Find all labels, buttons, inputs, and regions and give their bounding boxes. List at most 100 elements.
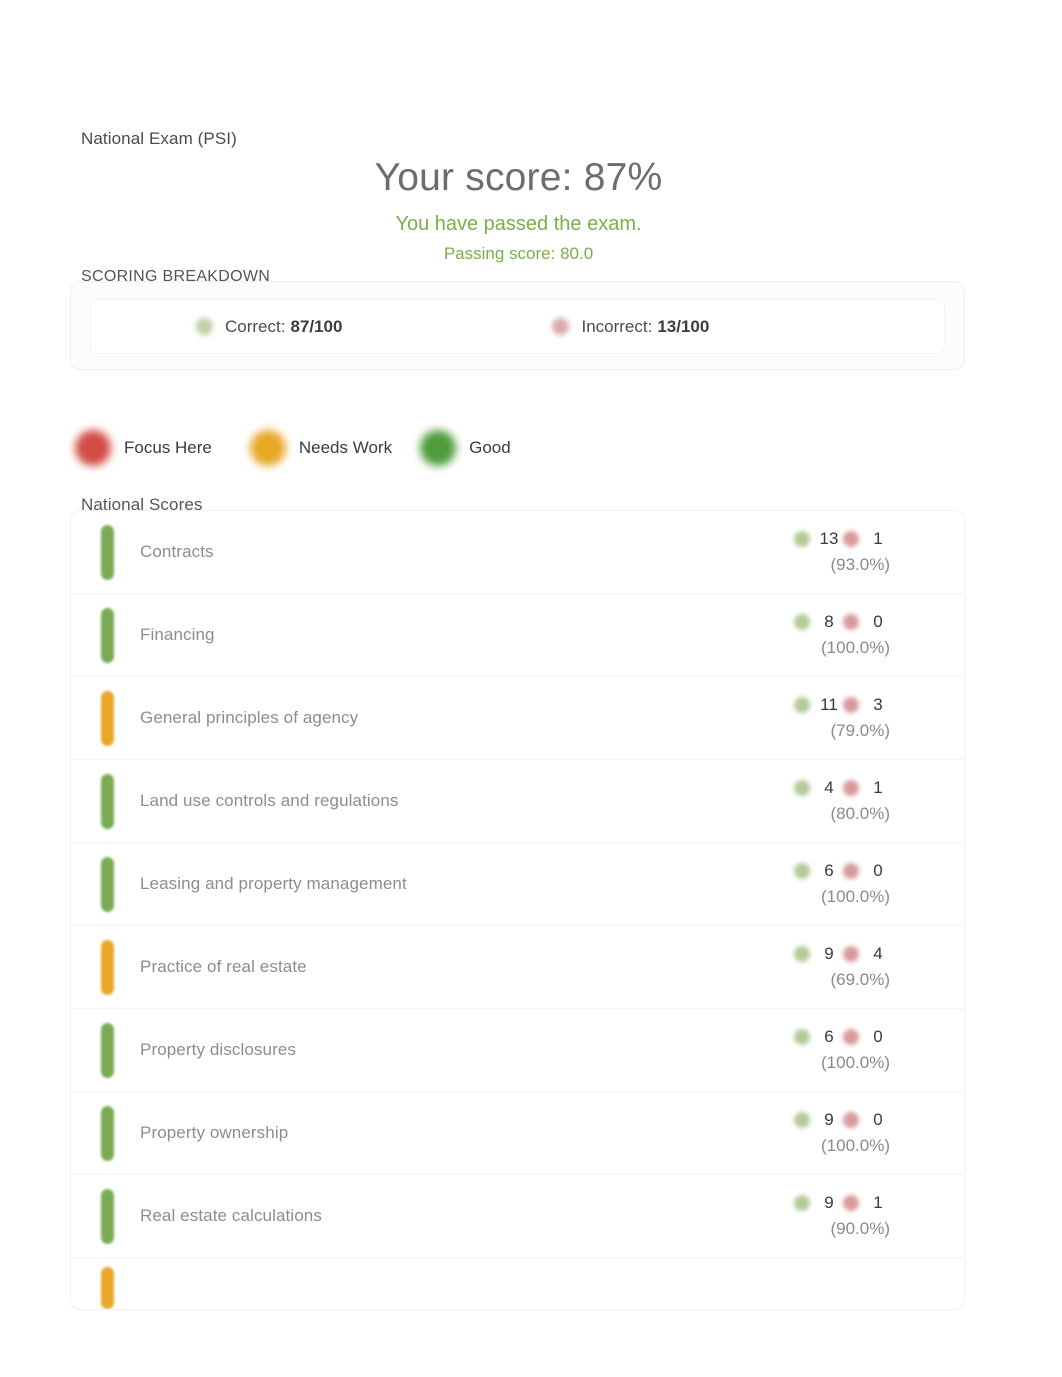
score-rows-container: Contracts 13 1 (93.0%) Financing 8 0 (100.0%) Ge…	[71, 511, 964, 1309]
red-circle-icon	[843, 946, 859, 962]
table-row[interactable]: Property ownership 9 0 (100.0%)	[71, 1092, 964, 1175]
row-stats: 13 1 (93.0%)	[692, 529, 892, 575]
table-row[interactable]: Land use controls and regulations 4 1 (80.0…	[71, 760, 964, 843]
row-stats: 6 0 (100.0%)	[692, 1027, 892, 1073]
table-row[interactable]: Practice of real estate 9 4 (69.0%)	[71, 926, 964, 1009]
incorrect-count: 1	[873, 529, 883, 548]
status-indicator-good	[101, 607, 114, 663]
red-circle-icon	[843, 1195, 859, 1211]
incorrect-count: 0	[873, 1027, 883, 1046]
row-counts: 90	[692, 1110, 892, 1130]
topic-name: Practice of real estate	[140, 957, 307, 976]
correct-count: 9	[824, 1110, 834, 1129]
score-report-page: National Exam (PSI) Your score: 87% You …	[0, 0, 1062, 1377]
legend-item-good: Good	[420, 430, 511, 466]
status-indicator-good	[101, 1188, 114, 1244]
table-row[interactable]: Property disclosures 6 0 (100.0%)	[71, 1009, 964, 1092]
incorrect-stat: Incorrect: 13/100	[552, 317, 709, 337]
incorrect-count: 4	[873, 944, 883, 963]
incorrect-count: 0	[873, 612, 883, 631]
legend-label-good: Good	[469, 438, 511, 457]
green-circle-icon	[794, 1029, 810, 1045]
correct-count: 11	[820, 695, 838, 714]
correct-count: 9	[824, 944, 834, 963]
percent-score: (100.0%)	[821, 638, 890, 657]
incorrect-value: 13/100	[657, 316, 710, 336]
table-row[interactable]: Contracts 13 1 (93.0%)	[71, 511, 964, 594]
red-circle-icon	[843, 780, 859, 796]
red-circle-icon	[843, 1112, 859, 1128]
focus-here-dot-icon	[75, 430, 111, 466]
green-circle-icon	[794, 1112, 810, 1128]
table-row[interactable]: Financing 8 0 (100.0%)	[71, 594, 964, 677]
incorrect-count: 1	[873, 778, 883, 797]
percent-score: (80.0%)	[830, 804, 890, 823]
red-circle-icon	[552, 318, 570, 335]
score-summary: Your score: 87% You have passed the exam…	[81, 155, 956, 267]
topic-name: Financing	[140, 625, 215, 644]
correct-count: 8	[824, 612, 834, 631]
correct-stat: Correct: 87/100	[196, 317, 342, 337]
row-stats: 4 1 (80.0%)	[692, 778, 892, 824]
green-circle-icon	[794, 531, 810, 547]
green-circle-icon	[794, 863, 810, 879]
row-stats: 9 1 (90.0%)	[692, 1193, 892, 1239]
row-stats: 8 0 (100.0%)	[692, 612, 892, 658]
scoring-breakdown-inner: Correct: 87/100 Incorrect: 13/100	[90, 299, 945, 354]
row-counts: 60	[692, 1027, 892, 1047]
status-indicator-good	[101, 1105, 114, 1161]
legend-item-focus-here: Focus Here	[75, 430, 212, 466]
row-stats: 6 0 (100.0%)	[692, 861, 892, 907]
scoring-breakdown-card: Correct: 87/100 Incorrect: 13/100	[70, 281, 965, 370]
legend-label-needs-work: Needs Work	[298, 438, 393, 457]
correct-count: 13	[819, 529, 839, 548]
correct-count: 9	[824, 1193, 834, 1212]
row-counts: 91	[692, 1193, 892, 1213]
green-circle-icon	[794, 697, 810, 713]
incorrect-count: 3	[873, 695, 883, 714]
correct-count: 6	[824, 1027, 834, 1046]
green-circle-icon	[794, 1195, 810, 1211]
red-circle-icon	[843, 614, 859, 630]
table-row[interactable]: Leasing and property management 6 0 (100.0%…	[71, 843, 964, 926]
row-stats: 9 4 (69.0%)	[692, 944, 892, 990]
percent-score: (100.0%)	[821, 1136, 890, 1155]
table-row[interactable]: Real estate calculations 9 1 (90.0%)	[71, 1175, 964, 1258]
incorrect-count: 0	[873, 1110, 883, 1129]
exam-name: National Exam (PSI)	[81, 129, 237, 148]
topic-name: Land use controls and regulations	[140, 791, 399, 810]
percent-score: (69.0%)	[830, 970, 890, 989]
percent-score: (100.0%)	[821, 887, 890, 906]
row-counts: 13 1	[692, 529, 892, 549]
legend-label-focus-here: Focus Here	[124, 438, 212, 457]
topic-name: Leasing and property management	[140, 874, 407, 893]
red-circle-icon	[843, 1029, 859, 1045]
status-indicator-good	[101, 1022, 114, 1078]
table-row[interactable]	[71, 1258, 964, 1309]
table-row[interactable]: General principles of agency 11 3 (79.0%)	[71, 677, 964, 760]
breakdown-items: Correct: 87/100 Incorrect: 13/100	[91, 300, 944, 353]
status-indicator-needs	[101, 690, 114, 746]
national-scores-card: Contracts 13 1 (93.0%) Financing 8 0 (100.0%) Ge…	[70, 510, 965, 1310]
page-title: Your score: 87%	[374, 156, 663, 199]
row-stats: 9 0 (100.0%)	[692, 1110, 892, 1156]
topic-name: Property ownership	[140, 1123, 289, 1142]
red-circle-icon	[843, 697, 859, 713]
row-stats: 11 3 (79.0%)	[692, 695, 892, 741]
needs-work-dot-icon	[249, 430, 286, 466]
correct-count: 4	[824, 778, 834, 797]
status-indicator-needs	[101, 1267, 114, 1309]
topic-name: Property disclosures	[140, 1040, 297, 1059]
incorrect-label: Incorrect:	[581, 316, 653, 336]
row-counts: 80	[692, 612, 892, 632]
incorrect-count: 0	[873, 861, 883, 880]
green-circle-icon	[794, 780, 810, 796]
red-circle-icon	[843, 531, 859, 547]
green-circle-icon	[196, 318, 213, 335]
topic-name: Contracts	[140, 542, 214, 561]
legend-item-needs-work: Needs Work	[249, 430, 393, 466]
topic-name: Real estate calculations	[140, 1206, 322, 1225]
status-legend: Focus Here Needs Work Good	[75, 430, 556, 466]
status-indicator-good	[101, 773, 114, 829]
green-circle-icon	[794, 614, 810, 630]
